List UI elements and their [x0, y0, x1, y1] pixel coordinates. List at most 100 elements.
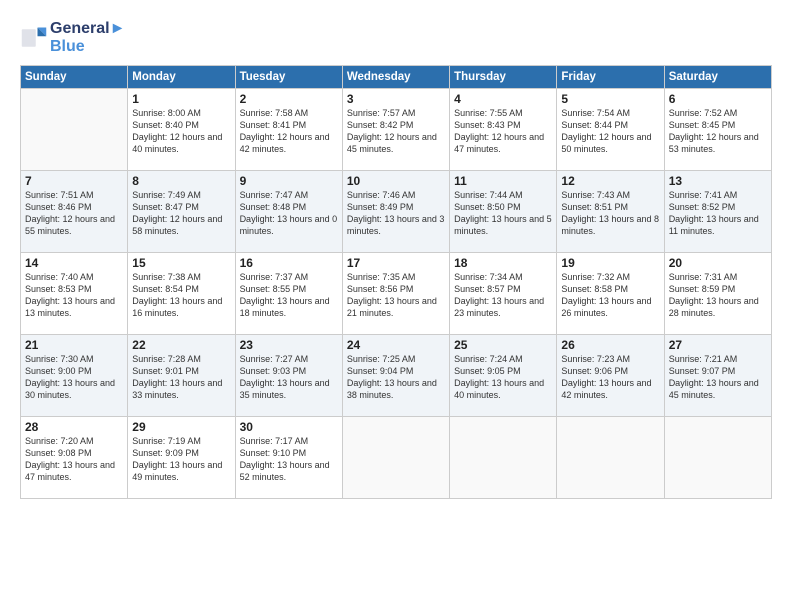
weekday-header-tuesday: Tuesday [235, 65, 342, 88]
calendar-cell: 1Sunrise: 8:00 AMSunset: 8:40 PMDaylight… [128, 88, 235, 170]
day-info: Sunrise: 7:24 AMSunset: 9:05 PMDaylight:… [454, 353, 552, 402]
day-number: 10 [347, 174, 445, 188]
day-number: 11 [454, 174, 552, 188]
calendar-cell [342, 416, 449, 498]
calendar-cell [557, 416, 664, 498]
calendar-cell: 15Sunrise: 7:38 AMSunset: 8:54 PMDayligh… [128, 252, 235, 334]
calendar-cell: 23Sunrise: 7:27 AMSunset: 9:03 PMDayligh… [235, 334, 342, 416]
day-number: 14 [25, 256, 123, 270]
day-info: Sunrise: 7:57 AMSunset: 8:42 PMDaylight:… [347, 107, 445, 156]
calendar-cell: 2Sunrise: 7:58 AMSunset: 8:41 PMDaylight… [235, 88, 342, 170]
calendar-cell: 17Sunrise: 7:35 AMSunset: 8:56 PMDayligh… [342, 252, 449, 334]
weekday-header-sunday: Sunday [21, 65, 128, 88]
calendar-cell: 22Sunrise: 7:28 AMSunset: 9:01 PMDayligh… [128, 334, 235, 416]
logo: General► Blue [20, 20, 125, 57]
day-info: Sunrise: 7:31 AMSunset: 8:59 PMDaylight:… [669, 271, 767, 320]
calendar-cell: 30Sunrise: 7:17 AMSunset: 9:10 PMDayligh… [235, 416, 342, 498]
calendar-cell: 10Sunrise: 7:46 AMSunset: 8:49 PMDayligh… [342, 170, 449, 252]
logo-text: General► Blue [50, 20, 125, 57]
calendar-cell: 21Sunrise: 7:30 AMSunset: 9:00 PMDayligh… [21, 334, 128, 416]
day-number: 9 [240, 174, 338, 188]
calendar-cell: 29Sunrise: 7:19 AMSunset: 9:09 PMDayligh… [128, 416, 235, 498]
day-info: Sunrise: 7:21 AMSunset: 9:07 PMDaylight:… [669, 353, 767, 402]
day-info: Sunrise: 7:38 AMSunset: 8:54 PMDaylight:… [132, 271, 230, 320]
calendar-cell [450, 416, 557, 498]
weekday-header-thursday: Thursday [450, 65, 557, 88]
day-info: Sunrise: 7:52 AMSunset: 8:45 PMDaylight:… [669, 107, 767, 156]
day-number: 15 [132, 256, 230, 270]
day-number: 4 [454, 92, 552, 106]
day-number: 13 [669, 174, 767, 188]
week-row-4: 21Sunrise: 7:30 AMSunset: 9:00 PMDayligh… [21, 334, 772, 416]
calendar-cell: 8Sunrise: 7:49 AMSunset: 8:47 PMDaylight… [128, 170, 235, 252]
day-info: Sunrise: 7:41 AMSunset: 8:52 PMDaylight:… [669, 189, 767, 238]
logo-icon [20, 24, 48, 52]
day-info: Sunrise: 7:19 AMSunset: 9:09 PMDaylight:… [132, 435, 230, 484]
calendar-cell: 28Sunrise: 7:20 AMSunset: 9:08 PMDayligh… [21, 416, 128, 498]
weekday-header-row: SundayMondayTuesdayWednesdayThursdayFrid… [21, 65, 772, 88]
calendar-cell: 6Sunrise: 7:52 AMSunset: 8:45 PMDaylight… [664, 88, 771, 170]
calendar-table: SundayMondayTuesdayWednesdayThursdayFrid… [20, 65, 772, 499]
calendar-page: General► Blue SundayMondayTuesdayWednesd… [0, 0, 792, 612]
day-info: Sunrise: 7:23 AMSunset: 9:06 PMDaylight:… [561, 353, 659, 402]
calendar-cell [21, 88, 128, 170]
day-number: 18 [454, 256, 552, 270]
day-info: Sunrise: 7:55 AMSunset: 8:43 PMDaylight:… [454, 107, 552, 156]
day-info: Sunrise: 7:27 AMSunset: 9:03 PMDaylight:… [240, 353, 338, 402]
calendar-cell: 24Sunrise: 7:25 AMSunset: 9:04 PMDayligh… [342, 334, 449, 416]
day-info: Sunrise: 8:00 AMSunset: 8:40 PMDaylight:… [132, 107, 230, 156]
day-info: Sunrise: 7:49 AMSunset: 8:47 PMDaylight:… [132, 189, 230, 238]
calendar-cell: 7Sunrise: 7:51 AMSunset: 8:46 PMDaylight… [21, 170, 128, 252]
week-row-1: 1Sunrise: 8:00 AMSunset: 8:40 PMDaylight… [21, 88, 772, 170]
week-row-3: 14Sunrise: 7:40 AMSunset: 8:53 PMDayligh… [21, 252, 772, 334]
day-info: Sunrise: 7:30 AMSunset: 9:00 PMDaylight:… [25, 353, 123, 402]
day-info: Sunrise: 7:47 AMSunset: 8:48 PMDaylight:… [240, 189, 338, 238]
calendar-cell: 20Sunrise: 7:31 AMSunset: 8:59 PMDayligh… [664, 252, 771, 334]
day-info: Sunrise: 7:25 AMSunset: 9:04 PMDaylight:… [347, 353, 445, 402]
calendar-cell: 9Sunrise: 7:47 AMSunset: 8:48 PMDaylight… [235, 170, 342, 252]
day-number: 26 [561, 338, 659, 352]
calendar-cell: 12Sunrise: 7:43 AMSunset: 8:51 PMDayligh… [557, 170, 664, 252]
calendar-cell [664, 416, 771, 498]
calendar-cell: 26Sunrise: 7:23 AMSunset: 9:06 PMDayligh… [557, 334, 664, 416]
calendar-cell: 16Sunrise: 7:37 AMSunset: 8:55 PMDayligh… [235, 252, 342, 334]
calendar-cell: 19Sunrise: 7:32 AMSunset: 8:58 PMDayligh… [557, 252, 664, 334]
calendar-cell: 11Sunrise: 7:44 AMSunset: 8:50 PMDayligh… [450, 170, 557, 252]
week-row-2: 7Sunrise: 7:51 AMSunset: 8:46 PMDaylight… [21, 170, 772, 252]
day-number: 25 [454, 338, 552, 352]
day-number: 27 [669, 338, 767, 352]
day-number: 21 [25, 338, 123, 352]
weekday-header-friday: Friday [557, 65, 664, 88]
day-number: 20 [669, 256, 767, 270]
calendar-cell: 18Sunrise: 7:34 AMSunset: 8:57 PMDayligh… [450, 252, 557, 334]
calendar-cell: 14Sunrise: 7:40 AMSunset: 8:53 PMDayligh… [21, 252, 128, 334]
day-number: 7 [25, 174, 123, 188]
day-info: Sunrise: 7:17 AMSunset: 9:10 PMDaylight:… [240, 435, 338, 484]
day-number: 2 [240, 92, 338, 106]
weekday-header-saturday: Saturday [664, 65, 771, 88]
day-number: 6 [669, 92, 767, 106]
weekday-header-monday: Monday [128, 65, 235, 88]
day-info: Sunrise: 7:51 AMSunset: 8:46 PMDaylight:… [25, 189, 123, 238]
day-number: 19 [561, 256, 659, 270]
day-number: 28 [25, 420, 123, 434]
day-info: Sunrise: 7:28 AMSunset: 9:01 PMDaylight:… [132, 353, 230, 402]
day-info: Sunrise: 7:44 AMSunset: 8:50 PMDaylight:… [454, 189, 552, 238]
header: General► Blue [20, 16, 772, 57]
day-info: Sunrise: 7:34 AMSunset: 8:57 PMDaylight:… [454, 271, 552, 320]
day-info: Sunrise: 7:46 AMSunset: 8:49 PMDaylight:… [347, 189, 445, 238]
day-info: Sunrise: 7:58 AMSunset: 8:41 PMDaylight:… [240, 107, 338, 156]
day-number: 22 [132, 338, 230, 352]
day-info: Sunrise: 7:20 AMSunset: 9:08 PMDaylight:… [25, 435, 123, 484]
day-info: Sunrise: 7:37 AMSunset: 8:55 PMDaylight:… [240, 271, 338, 320]
day-info: Sunrise: 7:32 AMSunset: 8:58 PMDaylight:… [561, 271, 659, 320]
day-number: 24 [347, 338, 445, 352]
calendar-cell: 27Sunrise: 7:21 AMSunset: 9:07 PMDayligh… [664, 334, 771, 416]
day-number: 1 [132, 92, 230, 106]
weekday-header-wednesday: Wednesday [342, 65, 449, 88]
calendar-cell: 13Sunrise: 7:41 AMSunset: 8:52 PMDayligh… [664, 170, 771, 252]
day-number: 5 [561, 92, 659, 106]
calendar-cell: 3Sunrise: 7:57 AMSunset: 8:42 PMDaylight… [342, 88, 449, 170]
day-number: 3 [347, 92, 445, 106]
calendar-cell: 5Sunrise: 7:54 AMSunset: 8:44 PMDaylight… [557, 88, 664, 170]
